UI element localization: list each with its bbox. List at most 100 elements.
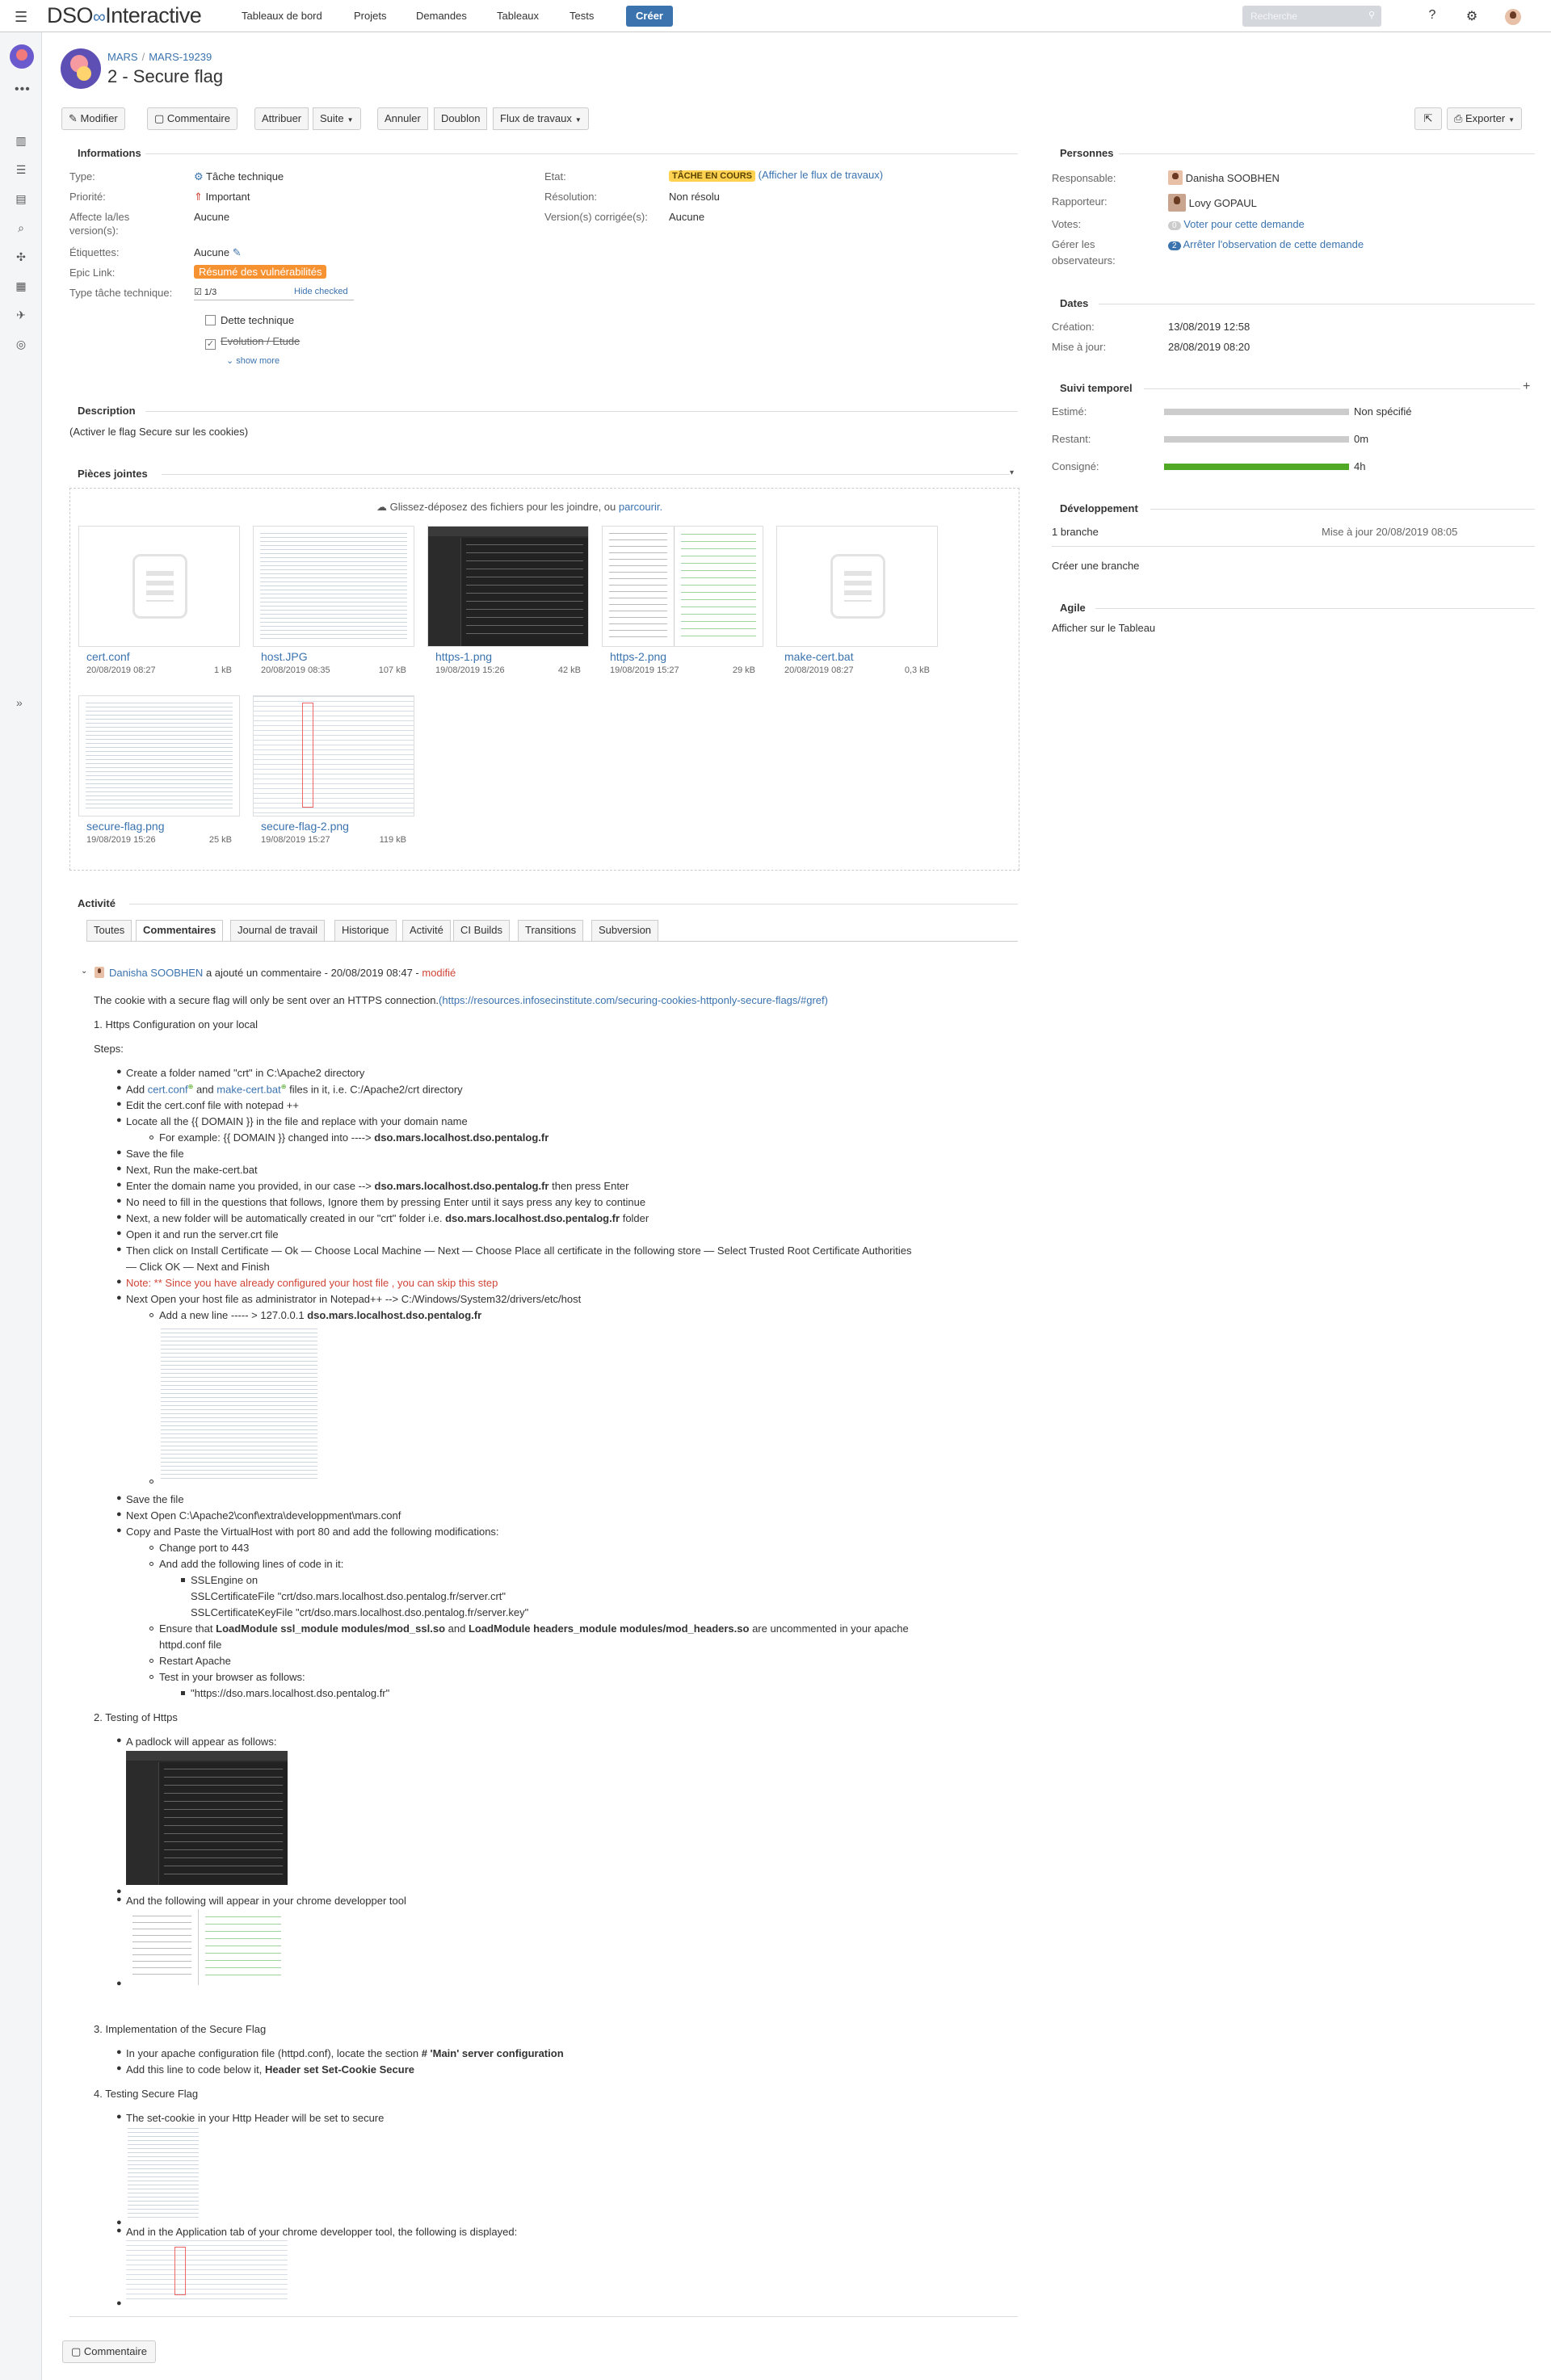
settings-icon[interactable]: ◎ (14, 338, 28, 352)
tests-icon[interactable]: ▦ (14, 279, 28, 294)
option-evolution[interactable]: ✓ Evolution / Etude (205, 335, 300, 350)
create-button[interactable]: Créer (626, 6, 673, 27)
help-icon[interactable]: ? (1424, 8, 1440, 24)
releases-icon[interactable]: ✈ (14, 309, 28, 323)
tab-transitions[interactable]: Transitions (518, 920, 584, 941)
reports-icon[interactable]: ▤ (14, 192, 28, 207)
nav-dashboards[interactable]: Tableaux de bord (242, 10, 322, 22)
set-cookie-screenshot[interactable] (126, 2126, 200, 2222)
tab-ci-builds[interactable]: CI Builds (453, 920, 511, 941)
nav-issues[interactable]: Demandes (416, 10, 467, 22)
sub-step: And add the following lines of code in i… (159, 1558, 344, 1570)
add-comment-button[interactable]: ▢ Commentaire (62, 2340, 156, 2363)
breadcrumb-issue-key[interactable]: MARS-19239 (149, 51, 212, 63)
test-url-link[interactable]: "https://dso.mars.localhost.dso.pentalog… (191, 1687, 389, 1699)
make-cert-link[interactable]: make-cert.bat (216, 1083, 280, 1095)
tab-comments[interactable]: Commentaires (136, 920, 224, 942)
reporter-value[interactable]: Lovy GOPAUL (1168, 194, 1257, 212)
attachments-options-icon[interactable]: ▾ (1010, 468, 1014, 477)
stop-watching-link[interactable]: Arrêter l'observation de cette demande (1183, 238, 1364, 250)
attachment-name[interactable]: secure-flag.png (86, 820, 165, 833)
description-text[interactable]: (Activer le flag Secure sur les cookies) (69, 426, 248, 438)
comment-author[interactable]: Danisha SOOBHEN (109, 967, 203, 979)
attachment-name[interactable]: secure-flag-2.png (261, 820, 349, 833)
checkbox[interactable] (205, 315, 216, 325)
pencil-icon[interactable]: ✎ (229, 246, 242, 258)
comment-intro: The cookie with a secure flag will only … (94, 994, 828, 1006)
epic-value[interactable]: Résumé des vulnérabilités (194, 265, 327, 279)
edit-button[interactable]: ✎ Modifier (61, 107, 125, 130)
workflow-button[interactable]: Flux de travaux ▼ (493, 107, 589, 130)
assignee-value[interactable]: Danisha SOOBHEN (1168, 170, 1280, 185)
view-on-board-link[interactable]: Afficher sur le Tableau (1052, 622, 1155, 634)
menu-icon[interactable]: ☰ (15, 9, 27, 26)
more-button[interactable]: Suite ▼ (313, 107, 361, 130)
workflow-link[interactable]: (Afficher le flux de travaux) (759, 169, 883, 181)
tab-activity[interactable]: Activité (402, 920, 451, 941)
board-icon[interactable]: ▥ (14, 134, 28, 149)
assign-button[interactable]: Attribuer (254, 107, 309, 130)
attachment-name[interactable]: https-2.png (610, 650, 666, 663)
backlog-icon[interactable]: ☰ (14, 163, 28, 178)
attachment-thumb-cert-conf[interactable] (78, 526, 240, 647)
issue-title[interactable]: 2 - Secure flag (107, 66, 223, 87)
breadcrumb-project[interactable]: MARS (107, 51, 138, 63)
attachment-thumb-make-cert[interactable] (776, 526, 938, 647)
affects-value: Aucune (194, 211, 230, 223)
share-button[interactable]: ⇱ (1414, 107, 1442, 130)
nav-tests[interactable]: Tests (570, 10, 594, 22)
browse-link[interactable]: parcourir. (619, 501, 662, 513)
attachment-thumb-https-1[interactable] (427, 526, 589, 647)
devtools-screenshot[interactable] (126, 1909, 288, 1985)
tab-history[interactable]: Historique (334, 920, 397, 941)
export-button[interactable]: ⎙ Exporter ▼ (1447, 107, 1523, 130)
nav-boards[interactable]: Tableaux (497, 10, 539, 22)
padlock-screenshot[interactable] (126, 1751, 288, 1885)
user-avatar[interactable] (1505, 9, 1521, 25)
sub-step: Change port to 443 (159, 1542, 250, 1554)
vote-link[interactable]: Voter pour cette demande (1183, 218, 1305, 230)
status-badge[interactable]: TÂCHE EN COURS (669, 170, 756, 182)
attachment-name[interactable]: make-cert.bat (784, 650, 854, 663)
screenshot-preview (126, 2240, 288, 2303)
attachment-thumb-https-2[interactable] (602, 526, 763, 647)
attachment-name[interactable]: host.JPG (261, 650, 308, 663)
expand-sidebar-icon[interactable]: » (16, 696, 23, 709)
components-icon[interactable]: ✣ (14, 250, 28, 265)
app-logo[interactable]: DSO∞Interactive (47, 3, 202, 28)
tab-subversion[interactable]: Subversion (591, 920, 659, 941)
step: Enter the domain name you provided, in o… (126, 1180, 629, 1192)
more-icon[interactable]: ••• (15, 82, 31, 97)
attachment-thumb-secure-flag[interactable] (78, 695, 240, 816)
checkbox-checked[interactable]: ✓ (205, 339, 216, 350)
search-input[interactable]: Recherche ⚲ (1242, 6, 1381, 27)
epic-label: Epic Link: (69, 267, 116, 279)
host-file-screenshot[interactable] (159, 1327, 319, 1480)
branch-link[interactable]: 1 branche (1052, 526, 1099, 538)
add-time-icon[interactable]: + (1523, 380, 1530, 394)
hide-checked-link[interactable]: Hide checked (294, 287, 348, 296)
collapse-icon[interactable]: ⌄ (81, 967, 87, 976)
attachment-name[interactable]: cert.conf (86, 650, 130, 663)
nav-projects[interactable]: Projets (354, 10, 386, 22)
tab-worklog[interactable]: Journal de travail (230, 920, 325, 941)
comment-button[interactable]: ▢ Commentaire (147, 107, 237, 130)
cancel-button[interactable]: Annuler (377, 107, 428, 130)
duplicate-button[interactable]: Doublon (434, 107, 488, 130)
intro-link[interactable]: (https://resources.infosecinstitute.com/… (439, 994, 828, 1006)
show-more-link[interactable]: ⌄ show more (226, 355, 280, 366)
gear-icon[interactable]: ⚙ (1464, 8, 1480, 24)
create-branch-link[interactable]: Créer une branche (1052, 560, 1139, 572)
application-tab-screenshot[interactable] (126, 2240, 288, 2303)
project-avatar[interactable] (10, 44, 34, 69)
attachment-thumb-secure-flag-2[interactable] (253, 695, 414, 816)
updated-label: Mise à jour: (1052, 341, 1107, 353)
attachment-name[interactable]: https-1.png (435, 650, 492, 663)
option-technical-debt[interactable]: Dette technique (205, 314, 294, 326)
attachment-thumb-host-jpg[interactable] (253, 526, 414, 647)
issues-icon[interactable]: ⌕ (14, 221, 28, 236)
tab-all[interactable]: Toutes (86, 920, 132, 941)
cert-conf-link[interactable]: cert.conf (148, 1083, 188, 1095)
comment-modified[interactable]: modifié (422, 967, 456, 979)
labels-value[interactable]: Aucune ✎ (194, 246, 242, 259)
